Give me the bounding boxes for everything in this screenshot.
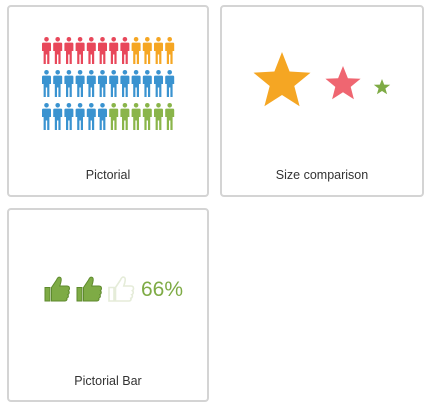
person-icon bbox=[98, 70, 107, 97]
person-icon bbox=[142, 70, 152, 97]
person-icon bbox=[120, 70, 130, 97]
person-icon bbox=[120, 103, 130, 130]
person-icon bbox=[98, 37, 107, 64]
pictorial-preview bbox=[42, 37, 178, 133]
person-icon bbox=[64, 70, 74, 97]
thumbs-up-icon bbox=[44, 276, 71, 302]
person-icon bbox=[131, 70, 141, 97]
person-icon bbox=[142, 103, 152, 130]
person-icon bbox=[131, 103, 141, 130]
thumbs-row bbox=[44, 276, 135, 302]
chart-type-card-pictorial-bar[interactable]: 66% Pictorial Bar bbox=[7, 208, 209, 402]
card-label-pictorial: Pictorial bbox=[85, 168, 131, 182]
person-icon bbox=[53, 70, 63, 97]
person-icon bbox=[165, 103, 175, 130]
person-icon bbox=[42, 37, 51, 64]
thumbs-up-icon bbox=[108, 276, 135, 302]
person-icon bbox=[131, 37, 141, 64]
person-icon bbox=[53, 37, 63, 64]
person-icon bbox=[165, 37, 175, 64]
person-icon bbox=[53, 103, 63, 130]
person-icon bbox=[98, 103, 107, 130]
person-icon bbox=[86, 37, 96, 64]
star-medium-icon bbox=[325, 66, 361, 100]
percent-label: 66% bbox=[141, 278, 184, 301]
chart-type-card-size-comparison[interactable]: Size comparison bbox=[220, 5, 424, 197]
card-label-pictorial-bar: Pictorial Bar bbox=[74, 374, 142, 388]
chart-type-card-pictorial[interactable]: Pictorial bbox=[7, 5, 209, 197]
person-icon bbox=[75, 103, 85, 130]
person-icon bbox=[109, 103, 119, 130]
person-icon bbox=[86, 70, 96, 97]
person-icon bbox=[154, 37, 163, 64]
star-large-icon bbox=[253, 52, 311, 107]
person-icon bbox=[86, 103, 96, 130]
size-comparison-preview bbox=[248, 47, 398, 117]
person-icon bbox=[109, 37, 119, 64]
card-label-size-comparison: Size comparison bbox=[275, 168, 369, 182]
person-icon bbox=[154, 70, 163, 97]
pictorial-bar-preview: 66% bbox=[43, 273, 193, 305]
thumbs-up-icon bbox=[76, 276, 103, 302]
person-icon bbox=[64, 37, 74, 64]
person-icon bbox=[64, 103, 74, 130]
person-icon bbox=[142, 37, 152, 64]
people-grid bbox=[42, 37, 175, 130]
person-icon bbox=[75, 70, 85, 97]
person-icon bbox=[75, 37, 85, 64]
person-icon bbox=[109, 70, 119, 97]
person-icon bbox=[42, 70, 51, 97]
star-small-icon bbox=[373, 79, 391, 95]
person-icon bbox=[165, 70, 175, 97]
person-icon bbox=[42, 103, 51, 130]
person-icon bbox=[120, 37, 130, 64]
person-icon bbox=[154, 103, 163, 130]
